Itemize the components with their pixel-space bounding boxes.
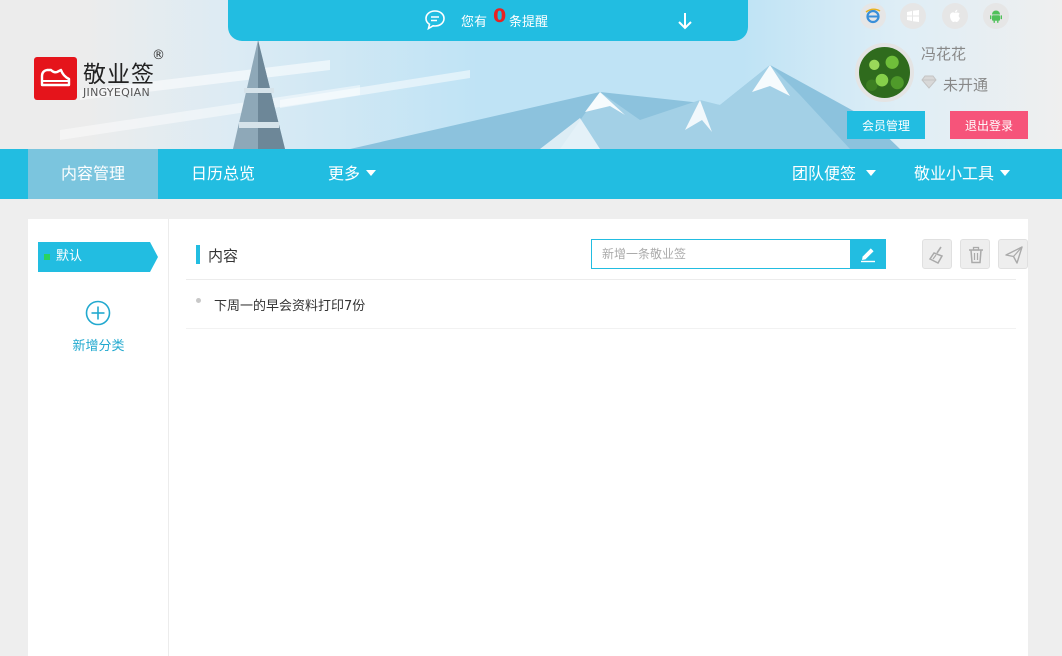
nav-team-notes[interactable]: 团队便签 — [776, 149, 892, 199]
nav-label: 敬业小工具 — [913, 164, 994, 183]
nav-calendar-overview[interactable]: 日历总览 — [160, 149, 286, 199]
chat-bubble-icon — [425, 10, 445, 31]
reminder-bar[interactable]: 您有 0 条提醒 — [228, 0, 748, 41]
registered-mark: ® — [152, 48, 165, 63]
nav-tools[interactable]: 敬业小工具 — [902, 149, 1022, 199]
nav-label: 日历总览 — [190, 164, 255, 183]
nav-more[interactable]: 更多 — [292, 149, 412, 199]
shoe-logo-icon — [40, 68, 71, 87]
nav-label: 团队便签 — [791, 164, 856, 183]
list-bullet — [196, 298, 201, 303]
brand-name: 敬业签 — [83, 62, 155, 88]
main-panel: 默认 新增分类 内容 新增一条敬业签 下周一的早会资料打印7份 — [28, 219, 1028, 656]
arrow-down-icon[interactable] — [677, 11, 693, 31]
list-item[interactable]: 下周一的早会资料打印7份 — [186, 281, 1016, 329]
brand-logo[interactable]: 敬业签 ® JINGYEQIAN — [34, 48, 174, 104]
category-default[interactable]: 默认 — [38, 242, 158, 272]
paper-plane-icon — [1005, 246, 1023, 264]
android-icon[interactable] — [983, 3, 1009, 29]
caret-down-icon — [866, 170, 876, 176]
brand-subtitle: JINGYEQIAN — [83, 86, 151, 99]
add-note-button[interactable] — [850, 239, 886, 269]
content-title: 内容 — [208, 247, 239, 265]
trash-icon — [969, 246, 983, 264]
nav-content-management[interactable]: 内容管理 — [28, 149, 158, 199]
pencil-icon — [861, 248, 875, 263]
logo-mark — [34, 57, 77, 100]
nav-label: 更多 — [327, 164, 360, 183]
send-button[interactable] — [998, 239, 1028, 269]
clear-button[interactable] — [922, 239, 952, 269]
ie-icon[interactable] — [860, 3, 886, 29]
category-label: 默认 — [56, 249, 83, 264]
content-header: 内容 — [186, 239, 1028, 280]
main-nav: 内容管理 日历总览 更多 团队便签 敬业小工具 — [0, 149, 1062, 199]
avatar[interactable] — [855, 43, 914, 102]
new-note-input[interactable] — [591, 239, 851, 269]
logout-button[interactable]: 退出登录 — [950, 111, 1028, 139]
category-sidebar: 默认 新增分类 — [28, 219, 169, 656]
nav-label: 内容管理 — [60, 164, 125, 183]
title-accent — [196, 245, 200, 264]
caret-down-icon — [1000, 170, 1010, 176]
membership-status: 未开通 — [943, 76, 989, 94]
caret-down-icon — [366, 170, 376, 176]
broom-icon — [928, 246, 944, 264]
reminder-count: 0 — [493, 5, 507, 27]
windows-icon[interactable] — [900, 3, 926, 29]
note-text: 下周一的早会资料打印7份 — [214, 299, 366, 314]
username: 冯花花 — [921, 45, 967, 63]
add-circle-icon[interactable] — [85, 300, 111, 326]
diamond-icon — [921, 75, 937, 89]
reminder-prefix: 您有 — [461, 15, 488, 30]
apple-icon[interactable] — [942, 3, 968, 29]
category-marker — [44, 254, 50, 260]
delete-button[interactable] — [960, 239, 990, 269]
header: 敬业签 ® JINGYEQIAN 您有 0 条提醒 冯花花 未开通 会员管理 退… — [0, 0, 1062, 149]
reminder-suffix: 条提醒 — [509, 15, 549, 30]
add-category-button[interactable]: 新增分类 — [28, 335, 169, 354]
member-management-button[interactable]: 会员管理 — [847, 111, 925, 139]
